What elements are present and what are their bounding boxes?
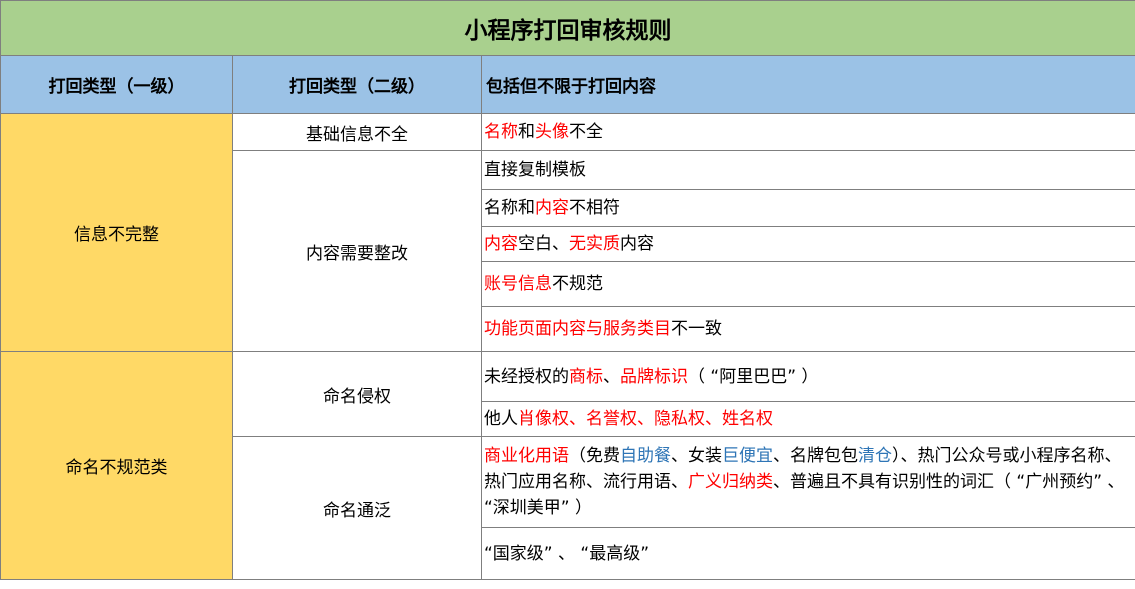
- header-content: 包括但不限于打回内容: [480, 55, 1135, 114]
- highlighted-term: 名称: [484, 122, 518, 142]
- level2-category: 内容需要整改: [232, 150, 482, 352]
- rule-text: 、: [603, 366, 620, 387]
- highlighted-term: 广义归纳类: [688, 472, 773, 492]
- rule-item: 名称和内容不相符: [480, 189, 1135, 227]
- rule-item: 功能页面内容与服务类目不一致: [480, 306, 1135, 352]
- rule-item: 账号信息不规范: [480, 261, 1135, 307]
- highlighted-term: 清仓: [858, 446, 892, 466]
- rule-item: 名称和头像不全: [480, 113, 1135, 151]
- highlighted-term: 内容: [535, 198, 569, 218]
- review-rules-table: 小程序打回审核规则 打回类型（一级） 打回类型（二级） 包括但不限于打回内容 信…: [0, 0, 1135, 580]
- highlighted-term: 巨便宜: [722, 446, 773, 466]
- highlighted-term: 账号信息: [484, 274, 552, 294]
- rule-text: （ “阿里巴巴” ）: [688, 366, 819, 387]
- rule-text: 未经授权的: [484, 366, 569, 387]
- highlighted-term: 商业化用语: [484, 446, 569, 466]
- highlighted-term: 肖像权、名誉权、隐私权、姓名权: [518, 409, 773, 429]
- highlighted-term: 头像: [535, 122, 569, 142]
- table-row: 命名不规范类 命名侵权 未经授权的商标、品牌标识（ “阿里巴巴” ）: [0, 351, 1135, 580]
- rule-text: 、名牌包包: [773, 446, 858, 466]
- rule-text: 和: [518, 122, 535, 142]
- rule-text: （免费: [569, 446, 620, 466]
- table-row: 信息不完整 基础信息不全 名称和头像不全: [0, 113, 1135, 352]
- rule-text: 、女装: [671, 446, 722, 466]
- table-title: 小程序打回审核规则: [0, 0, 1135, 56]
- rule-text: 内容: [620, 234, 654, 254]
- level2-category: 命名通泛: [232, 436, 482, 580]
- level2-category: 命名侵权: [232, 351, 482, 437]
- header-level2: 打回类型（二级）: [232, 55, 482, 114]
- rule-item: “国家级” 、 “最高级”: [480, 527, 1135, 580]
- highlighted-term: 商标: [569, 366, 603, 387]
- title-row: 小程序打回审核规则: [0, 0, 1135, 56]
- header-row: 打回类型（一级） 打回类型（二级） 包括但不限于打回内容: [0, 55, 1135, 114]
- rule-item: 他人肖像权、名誉权、隐私权、姓名权: [480, 401, 1135, 437]
- header-level1: 打回类型（一级）: [0, 55, 233, 114]
- rule-item: 直接复制模板: [480, 150, 1135, 190]
- rule-text: 不相符: [569, 198, 620, 218]
- rule-item: 内容空白、无实质内容: [480, 226, 1135, 262]
- level2-category: 基础信息不全: [232, 113, 482, 151]
- highlighted-term: 功能页面内容与服务类目: [484, 319, 671, 339]
- rule-text: 不规范: [552, 274, 603, 294]
- rule-text: 他人: [484, 409, 518, 429]
- highlighted-term: 内容: [484, 234, 518, 254]
- highlighted-term: 无实质: [569, 234, 620, 254]
- rule-text: 空白、: [518, 234, 569, 254]
- highlighted-term: 自助餐: [620, 446, 671, 466]
- highlighted-term: 品牌标识: [620, 366, 688, 387]
- rule-item: 未经授权的商标、品牌标识（ “阿里巴巴” ）: [480, 351, 1135, 402]
- rule-text: “国家级” 、 “最高级”: [484, 543, 650, 564]
- rule-text: 直接复制模板: [484, 160, 586, 180]
- level1-category: 命名不规范类: [0, 351, 233, 580]
- level1-category: 信息不完整: [0, 113, 233, 352]
- rule-text: 名称和: [484, 198, 535, 218]
- rule-item: 商业化用语（免费自助餐、女装巨便宜、名牌包包清仓）、热门公众号或小程序名称、热门…: [480, 436, 1135, 528]
- rule-text: 不全: [569, 122, 603, 142]
- rule-text: 不一致: [671, 319, 722, 339]
